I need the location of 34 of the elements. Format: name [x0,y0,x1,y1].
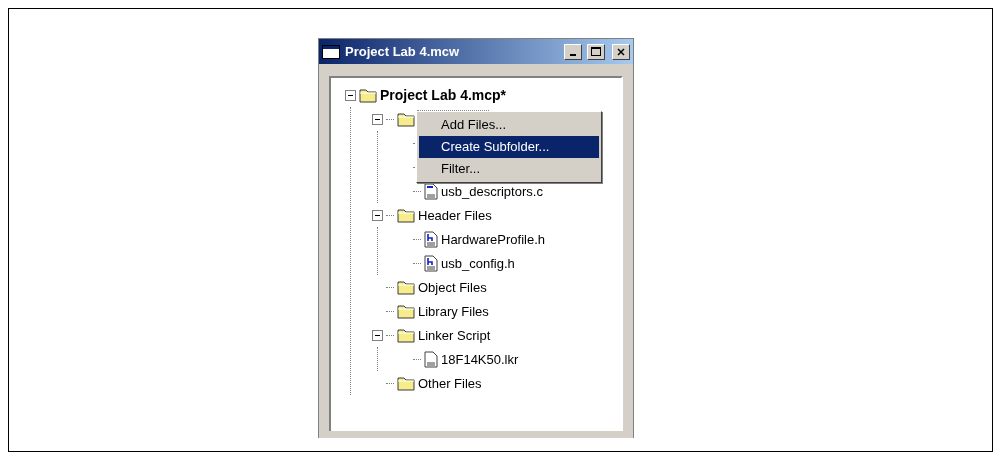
maximize-button[interactable] [587,43,605,60]
header-file-icon [424,230,438,248]
folder-icon [359,87,377,103]
collapse-icon[interactable] [372,113,383,125]
window-title: Project Lab 4.mcw [345,44,461,59]
maximize-icon [591,47,601,56]
collapse-icon[interactable] [372,209,383,221]
menu-item[interactable]: Add Files... [419,114,599,136]
tree-item-label[interactable]: usb_descriptors.c [441,183,543,199]
collapse-icon[interactable] [372,329,383,341]
tree-item-label[interactable]: Linker Script [418,327,491,343]
tree-item-label[interactable]: Project Lab 4.mcp* [380,87,507,103]
tree-item-label[interactable]: HardwareProfile.h [441,231,546,247]
tree-item-label[interactable]: Other Files [418,375,482,391]
folder-icon [397,207,415,223]
header-file-icon [424,254,438,272]
minimize-button[interactable] [564,43,582,60]
tree-item-label[interactable]: Library Files [418,303,489,319]
collapse-icon[interactable] [345,89,356,101]
tree-item-label[interactable]: Object Files [418,279,487,295]
folder-icon [397,279,415,295]
close-icon [617,47,625,56]
menu-item[interactable]: Filter... [419,158,599,180]
close-button[interactable] [612,43,630,60]
tree-item-label[interactable]: usb_config.h [441,255,515,271]
folder-icon [397,303,415,319]
folder-icon [397,375,415,391]
window-icon [322,44,340,59]
tree-item-label[interactable]: 18F14K50.lkr [441,351,519,367]
folder-icon [397,327,415,343]
tree-item-label[interactable]: Header Files [418,207,492,223]
minimize-icon [570,53,576,56]
menu-item[interactable]: Create Subfolder... [419,136,599,158]
document-icon [424,350,438,368]
